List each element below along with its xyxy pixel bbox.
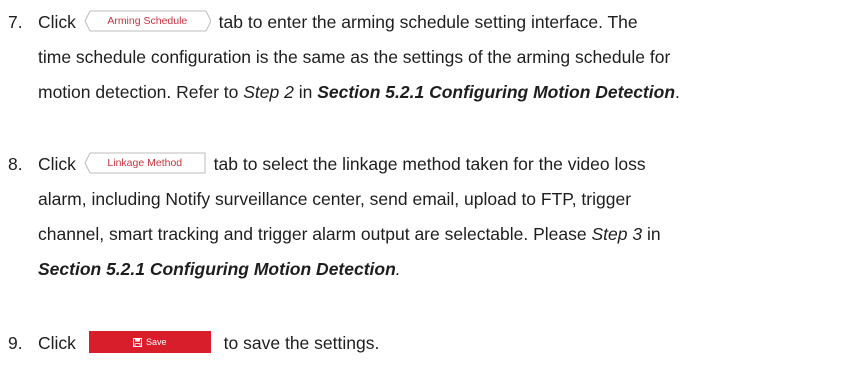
step-number: 7. [8,12,23,32]
step-8-line-1: Click Linkage Method tab to select the l… [38,151,646,177]
step-reference: Step 2 [243,82,294,102]
section-reference: Section 5.2.1 Configuring Motion Detecti… [317,82,676,102]
text: in [293,82,318,102]
text: . [675,82,680,102]
step-number: 8. [8,154,23,174]
click-text: Click [38,333,76,353]
text: channel, smart tracking and trigger alar… [38,224,592,244]
step-number: 9. [8,333,23,353]
step-8-line-2: alarm, including Notify surveillance cen… [38,189,632,209]
step-9-text: to save the settings. [223,333,380,353]
step-8-text: tab to select the linkage method taken f… [213,154,646,174]
floppy-disk-icon [133,337,143,347]
click-text: Click [38,154,76,174]
linkage-method-tab[interactable]: Linkage Method [84,152,206,174]
step-7-text: tab to enter the arming schedule setting… [218,12,638,32]
step-8-line-3: channel, smart tracking and trigger alar… [38,221,661,247]
step-8-line-4: Section 5.2.1 Configuring Motion Detecti… [38,256,401,282]
step-7-line-3: motion detection. Refer to Step 2 in Sec… [38,79,680,105]
step-7-line-2: time schedule configuration is the same … [38,47,671,67]
arming-schedule-tab[interactable]: Arming Schedule [84,10,211,32]
text: . [395,259,401,279]
save-button[interactable]: Save [88,331,211,354]
step-7-line-1: Click Arming Schedule tab to enter the a… [38,9,638,35]
save-button-label: Save [146,337,167,348]
tab-label: Linkage Method [107,157,183,170]
step-reference: Step 3 [591,224,643,244]
text: motion detection. Refer to [38,82,244,102]
step-9-line-1: Click Save to save the settings. [38,330,379,356]
text: in [642,224,661,244]
click-text: Click [38,12,76,32]
tab-label: Arming Schedule [107,15,188,28]
section-reference: Section 5.2.1 Configuring Motion Detecti… [38,259,396,279]
